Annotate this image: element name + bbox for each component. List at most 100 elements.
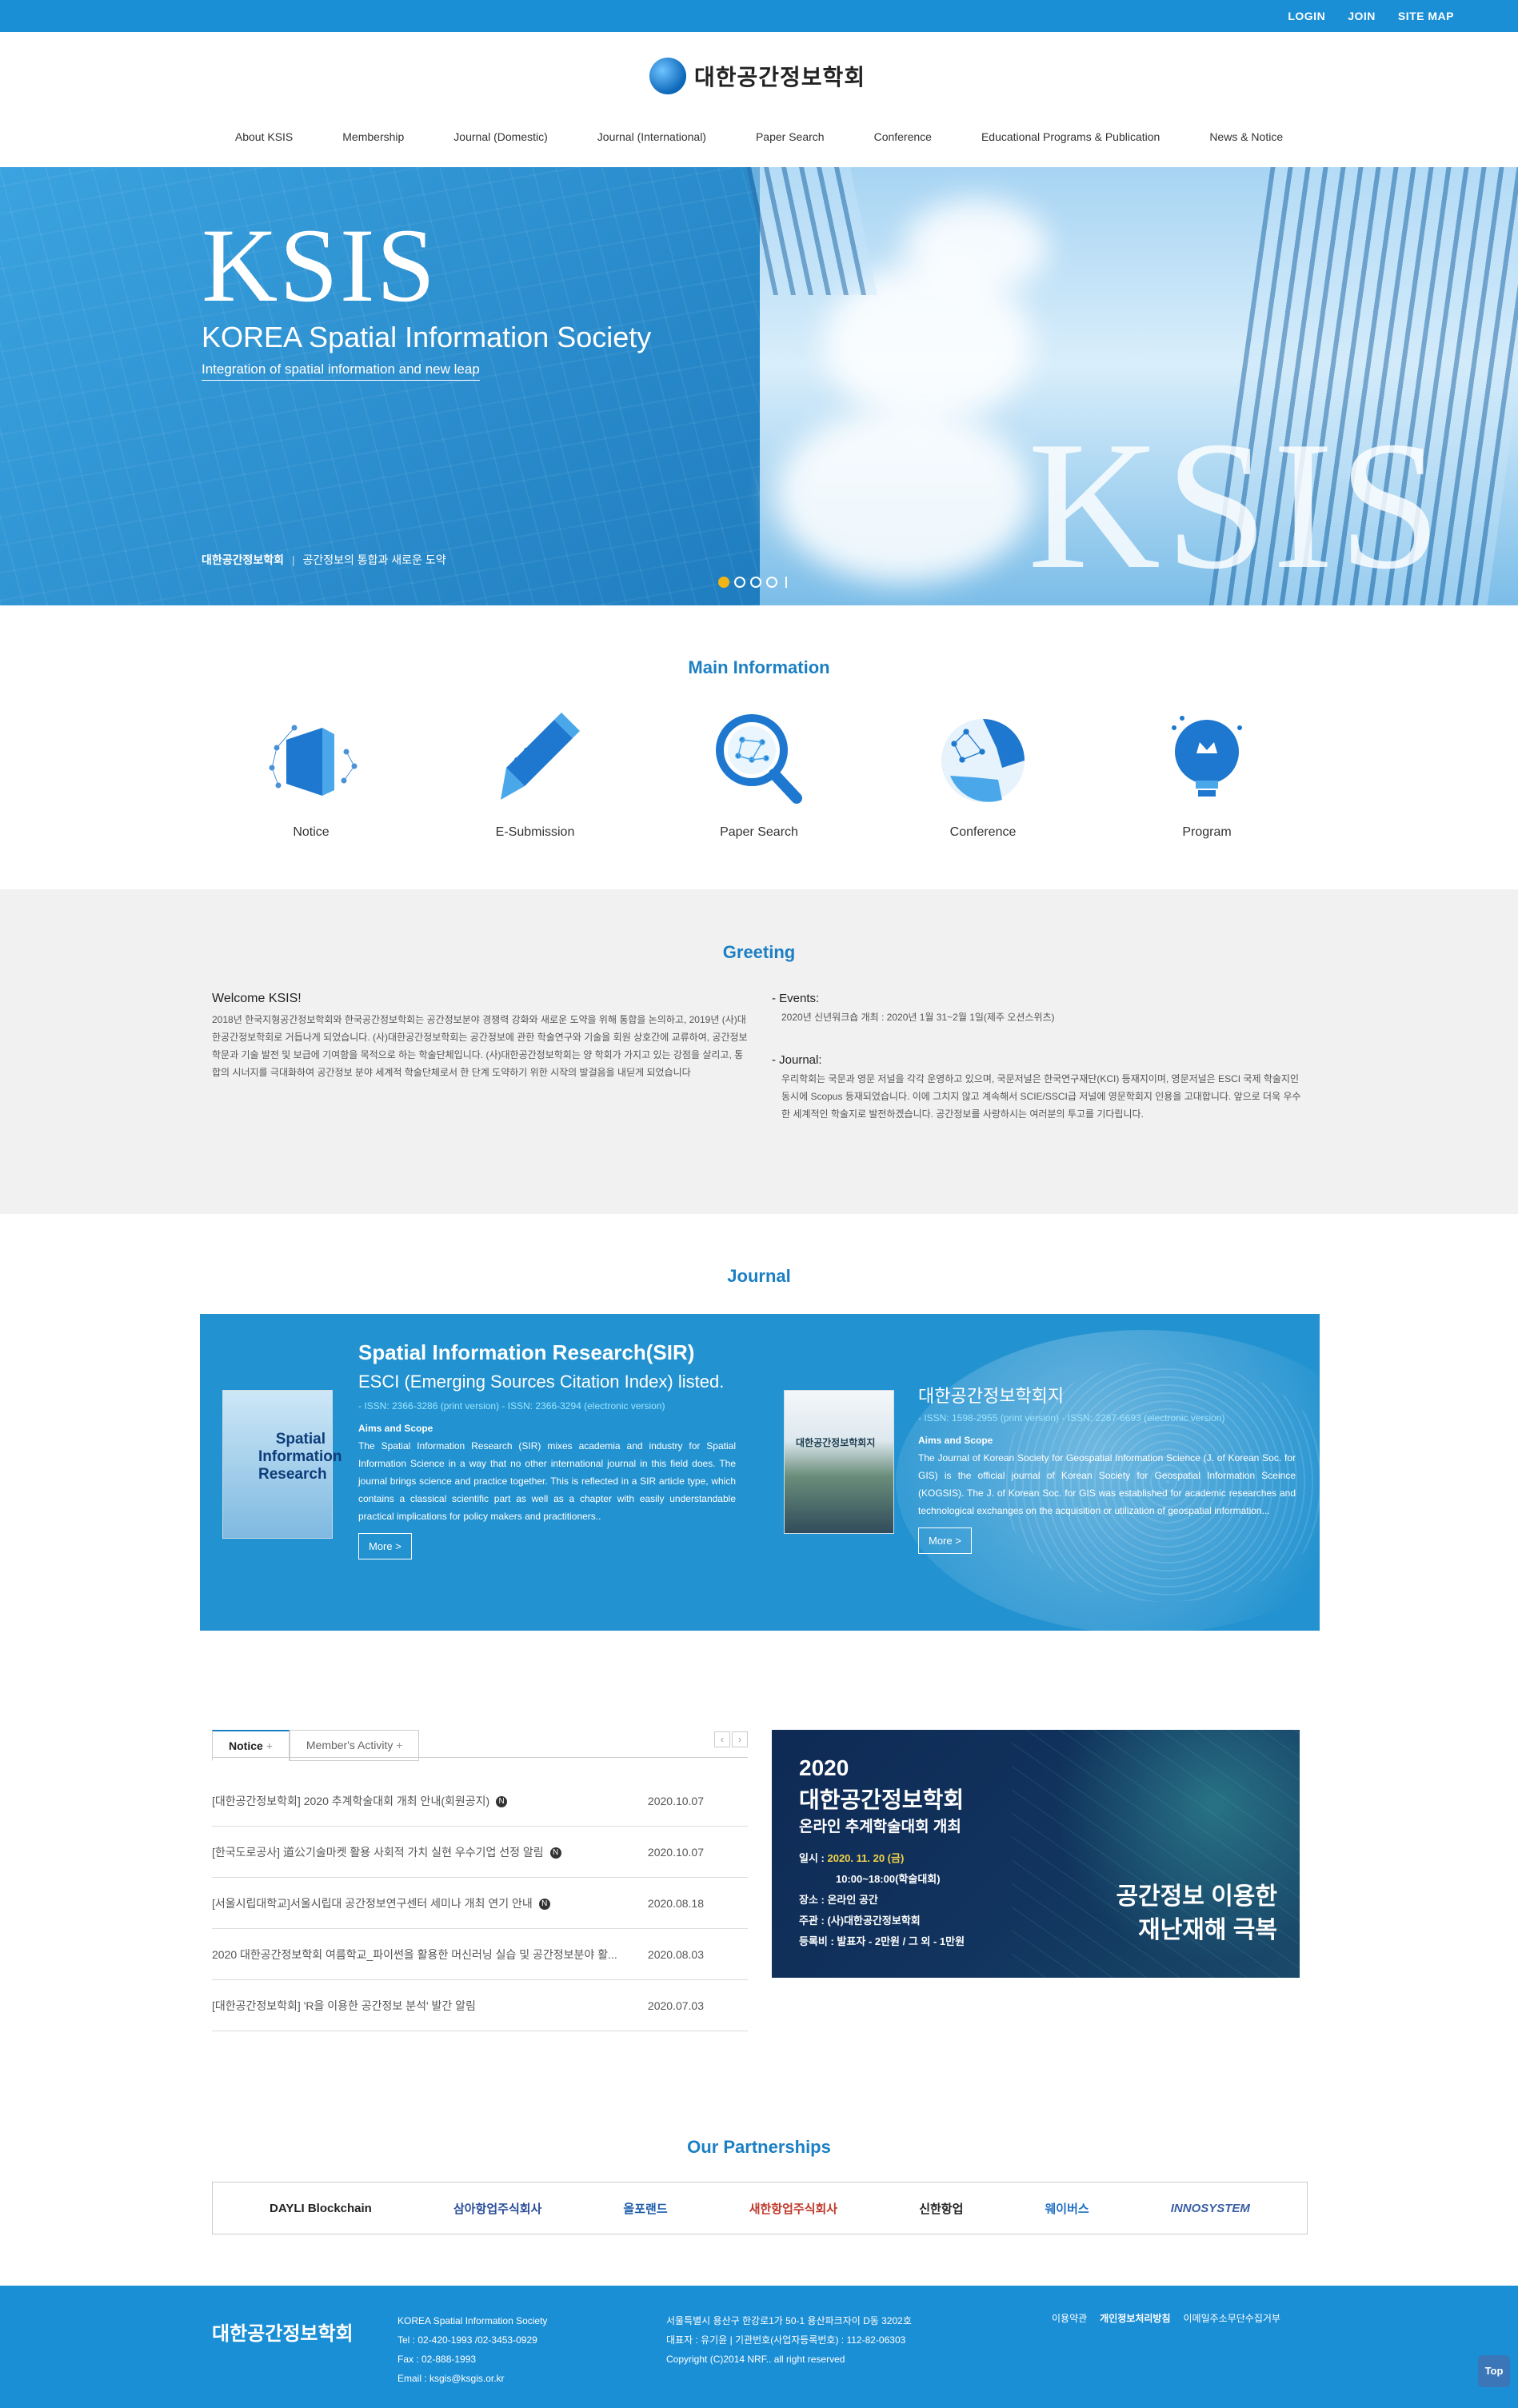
- partner-logo-shinhan[interactable]: 신한항업: [919, 2200, 963, 2217]
- conference-banner[interactable]: 2020 대한공간정보학회 온라인 추계학술대회 개최 일시 : 2020. 1…: [772, 1730, 1300, 1978]
- main-info-label: Program: [1182, 825, 1232, 839]
- main-info-title: Main Information: [688, 657, 830, 677]
- prev-arrow-icon[interactable]: ‹: [714, 1731, 730, 1747]
- sir-info: Spatial Information Research(SIR) ESCI (…: [358, 1340, 736, 1559]
- journal-body: 우리학회는 국문과 영문 저널을 각각 운영하고 있으며, 국문저널은 한국연구…: [781, 1073, 1301, 1120]
- list-item[interactable]: [대한공간정보학회] 2020 추계학술대회 개최 안내(회원공지) N 2020…: [212, 1775, 748, 1827]
- main-info-esubmission[interactable]: E-Submission: [478, 704, 592, 840]
- nav-item-news[interactable]: News & Notice: [1184, 124, 1308, 151]
- notice-date: 2020.07.03: [647, 1999, 704, 2012]
- lightbulb-icon: [1150, 704, 1264, 817]
- terms-link[interactable]: 이용약관: [1052, 2311, 1087, 2325]
- globe-network-icon: [926, 704, 1040, 817]
- list-item[interactable]: 2020 대한공간정보학회 여름학교_파이썬을 활용한 머신러닝 실습 및 공간…: [212, 1929, 748, 1980]
- footer-email: Email : ksgis@ksgis.or.kr: [397, 2373, 505, 2384]
- sitemap-link[interactable]: SITE MAP: [1398, 10, 1454, 22]
- partner-logo-samah[interactable]: 삼아항업주식회사: [453, 2200, 541, 2217]
- gis-name: 대한공간정보학회지: [918, 1386, 1065, 1406]
- main-info-conference[interactable]: Conference: [926, 704, 1040, 840]
- next-arrow-icon[interactable]: ›: [732, 1731, 748, 1747]
- notice-title: 2020 대한공간정보학회 여름학교_파이썬을 활용한 머신러닝 실습 및 공간…: [212, 1947, 617, 1961]
- main-info-label: Paper Search: [720, 825, 798, 839]
- events-heading: - Events:: [772, 992, 820, 1005]
- main-navigation: About KSIS Membership Journal (Domestic)…: [0, 124, 1518, 151]
- banner-slogan-line2: 재난재해 극복: [1138, 1917, 1277, 1943]
- banner-info: 일시 : 2020. 11. 20 (금) 10:00~18:00(학술대회) …: [799, 1848, 965, 1952]
- list-item[interactable]: [대한공간정보학회] 'R을 이용한 공간정보 분석' 발간 알림 2020.0…: [212, 1980, 748, 2031]
- divider: [212, 1757, 748, 1758]
- notice-title: [한국도로공사] 道公기술마켓 활용 사회적 가치 실현 우수기업 선정 알림: [212, 1845, 544, 1859]
- notice-arrows: ‹ ›: [714, 1731, 748, 1747]
- gis-cover-image[interactable]: 대한공간정보학회지: [784, 1390, 894, 1534]
- top-utility-bar: LOGIN JOIN SITE MAP: [0, 0, 1518, 32]
- banner-time: 10:00~18:00(학술대회): [836, 1873, 941, 1885]
- sir-more-button[interactable]: More >: [358, 1533, 412, 1559]
- partner-logo-waverse[interactable]: 웨이버스: [1045, 2200, 1089, 2217]
- greeting-welcome: Welcome KSIS!: [212, 992, 302, 1005]
- nav-item-about[interactable]: About KSIS: [210, 124, 318, 151]
- hero-tagline: Integration of spatial information and n…: [202, 361, 480, 381]
- greeting-left: Welcome KSIS! 2018년 한국지형공간정보학회와 한국공간정보학회…: [212, 992, 748, 1081]
- banner-line1: 대한공간정보학회: [799, 1787, 965, 1812]
- pause-icon[interactable]: [785, 577, 787, 588]
- hero-subtitle: KOREA Spatial Information Society: [202, 321, 652, 353]
- partner-logo-dayli[interactable]: DAYLI Blockchain: [270, 2202, 372, 2215]
- nav-item-journal-domestic[interactable]: Journal (Domestic): [429, 124, 572, 151]
- partner-logo-saehan[interactable]: 새한항업주식회사: [749, 2200, 837, 2217]
- notice-date: 2020.10.07: [647, 1845, 704, 1859]
- banner-slogan-line1: 공간정보 이용한: [1116, 1883, 1277, 1910]
- partner-logos: DAYLI Blockchain 삼아항업주식회사 올포랜드 새한항업주식회사 …: [212, 2182, 1308, 2234]
- nav-item-paper-search[interactable]: Paper Search: [731, 124, 849, 151]
- greeting-right: - Events: 2020년 신년워크숍 개최 : 2020년 1월 31~2…: [772, 992, 1308, 1123]
- list-item[interactable]: [서울시립대학교]서울시립대 공간정보연구센터 세미나 개최 연기 안내 N 20…: [212, 1878, 748, 1929]
- gis-more-button[interactable]: More >: [918, 1527, 972, 1554]
- slide-dot-1[interactable]: [718, 577, 729, 588]
- main-info-program[interactable]: Program: [1150, 704, 1264, 840]
- sir-cover-text: Spatial Information Research: [258, 1431, 342, 1483]
- new-badge-icon: N: [496, 1795, 508, 1807]
- hero-title: KSIS: [202, 206, 437, 324]
- slide-dot-3[interactable]: [750, 577, 761, 588]
- slide-dot-2[interactable]: [734, 577, 745, 588]
- sir-issn: - ISSN: 2366-3286 (print version) - ISSN…: [358, 1400, 665, 1412]
- login-link[interactable]: LOGIN: [1288, 10, 1325, 22]
- page: LOGIN JOIN SITE MAP 대한공간정보학회 About KSIS …: [0, 0, 1518, 2408]
- email-policy-link[interactable]: 이메일주소무단수집거부: [1184, 2311, 1280, 2325]
- footer-logo: 대한공간정보학회: [212, 2323, 354, 2345]
- main-info-label: Notice: [293, 825, 330, 839]
- main-info-label: E-Submission: [495, 825, 575, 839]
- notice-date: 2020.08.18: [647, 1896, 704, 1910]
- sir-aims-label: Aims and Scope: [358, 1423, 433, 1434]
- nav-item-conference[interactable]: Conference: [849, 124, 957, 151]
- footer-fax: Fax : 02-888-1993: [397, 2354, 477, 2365]
- pen-icon: [478, 704, 592, 817]
- hero-caption-text: 공간정보의 통합과 새로운 도약: [302, 553, 446, 566]
- privacy-link[interactable]: 개인정보처리방침: [1100, 2311, 1170, 2325]
- notice-date: 2020.10.07: [647, 1794, 704, 1807]
- tab-activity-label: Member's Activity: [306, 1739, 393, 1751]
- utility-links: LOGIN JOIN SITE MAP: [1288, 0, 1454, 32]
- nav-item-journal-international[interactable]: Journal (International): [573, 124, 731, 151]
- sir-description: The Spatial Information Research (SIR) m…: [358, 1440, 736, 1522]
- join-link[interactable]: JOIN: [1348, 10, 1376, 22]
- sir-cover-image[interactable]: Spatial Information Research: [222, 1390, 342, 1539]
- partner-logo-innosystem[interactable]: INNOSYSTEM: [1171, 2202, 1250, 2215]
- banner-host: 주관 : (사)대한공간정보학회: [799, 1915, 921, 1927]
- slide-dot-4[interactable]: [766, 577, 777, 588]
- list-item[interactable]: [한국도로공사] 道公기술마켓 활용 사회적 가치 실현 우수기업 선정 알림 N…: [212, 1827, 748, 1878]
- nav-item-education[interactable]: Educational Programs & Publication: [957, 124, 1184, 151]
- partner-logo-allforland[interactable]: 올포랜드: [623, 2200, 667, 2217]
- main-info-paper-search[interactable]: Paper Search: [702, 704, 816, 840]
- main-info-list: Notice E-Submission Paper Search Confere…: [0, 704, 1518, 840]
- hero-caption: 대한공간정보학회 | 공간정보의 통합과 새로운 도약: [202, 552, 446, 568]
- partners-title: Our Partnerships: [687, 2137, 831, 2157]
- tab-notice-label: Notice: [229, 1739, 263, 1752]
- scroll-top-button[interactable]: Top: [1478, 2355, 1510, 2387]
- site-logo[interactable]: 대한공간정보학회: [649, 58, 865, 94]
- notice-title: [대한공간정보학회] 2020 추계학술대회 개최 안내(회원공지): [212, 1794, 490, 1807]
- main-info-notice[interactable]: Notice: [254, 704, 368, 840]
- banner-line2: 온라인 추계학술대회 개최: [799, 1819, 961, 1835]
- nav-item-membership[interactable]: Membership: [318, 124, 429, 151]
- notice-icon: [254, 704, 368, 817]
- site-footer: 대한공간정보학회 KOREA Spatial Information Socie…: [0, 2286, 1518, 2408]
